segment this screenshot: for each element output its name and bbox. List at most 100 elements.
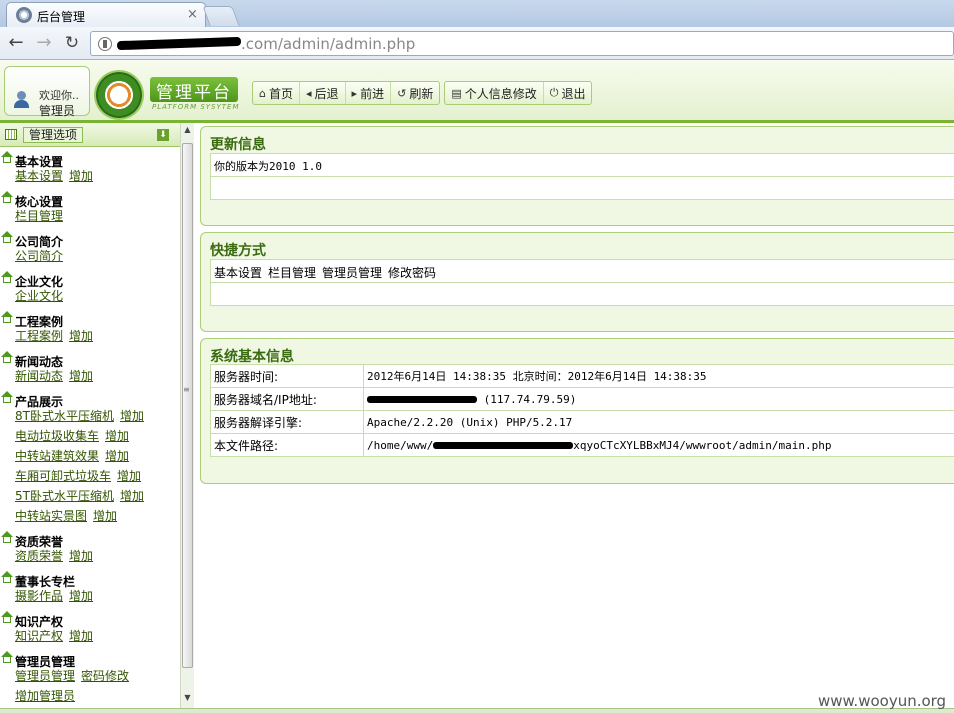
info-value: 2012年6月14日 14:38:35 北京时间：2012年6月14日 14:3… [363,364,954,388]
sidebar-link[interactable]: 增加 [69,589,93,603]
sidebar-link[interactable]: 8T卧式水平压缩机 [15,409,114,423]
reload-icon[interactable]: ↻ [61,33,83,53]
info-value: Apache/2.2.20 (Unix) PHP/5.2.17 [363,410,954,434]
logo-title: 管理平台 [150,77,238,103]
header-nav-group-main: ⌂ 首页 ◂ 后退 ▸ 前进 ↺ 刷新 [252,81,441,105]
logout-button[interactable]: ⏻ 退出 [544,82,592,104]
sidebar-link[interactable]: 增加 [120,409,144,423]
redacted-host [116,36,242,51]
sidebar-link-row: 中转站实景图 增加 [15,507,123,524]
sidebar-link[interactable]: 密码修改 [81,669,129,683]
info-key: 服务器域名/IP地址: [210,387,364,411]
forward-arrow-icon: ▸ [351,86,358,100]
row-divider [211,176,954,177]
redacted-domain [367,396,477,403]
shortcuts-panel: 快捷方式 基本设置 栏目管理 管理员管理 修改密码 [200,232,954,332]
calendar-icon [5,129,17,140]
sidebar-link[interactable]: 新闻动态 [15,369,63,383]
sidebar-link[interactable]: 增加管理员 [15,689,75,703]
folder-home-icon [1,391,14,403]
sidebar-link[interactable]: 企业文化 [15,289,63,303]
shortcut-change-password[interactable]: 修改密码 [388,266,436,280]
address-bar[interactable]: .com/admin/admin.php [90,31,954,56]
sidebar-link[interactable]: 增加 [69,629,93,643]
home-button[interactable]: ⌂ 首页 [253,82,300,104]
scrollbar-thumb[interactable] [182,143,193,668]
sidebar-link[interactable]: 5T卧式水平压缩机 [15,489,114,503]
shortcuts-panel-title: 快捷方式 [210,243,266,259]
scroll-grip-icon: ≡ [183,385,190,394]
sidebar-link[interactable]: 基本设置 [15,169,63,183]
sidebar-link-row: 摄影作品 增加 [15,587,99,604]
sidebar-link[interactable]: 电动垃圾收集车 [15,429,99,443]
sidebar-link[interactable]: 增加 [93,509,117,523]
sidebar-link[interactable]: 车厢可卸式垃圾车 [15,469,111,483]
profile-icon: ▤ [451,86,462,100]
sidebar-link[interactable]: 摄影作品 [15,589,63,603]
sidebar-link[interactable]: 中转站建筑效果 [15,449,99,463]
sidebar-link-row: 栏目管理 [15,207,69,224]
scroll-down-arrow-icon[interactable]: ▼ [181,693,194,705]
edit-profile-button[interactable]: ▤ 个人信息修改 [445,82,544,104]
sidebar-link-row: 知识产权 增加 [15,627,99,644]
header-nav-group-user: ▤ 个人信息修改 ⏻ 退出 [444,81,593,105]
sidebar-link-row: 管理员管理 密码修改 [15,667,135,684]
tab-title: 后台管理 [37,10,86,24]
folder-home-icon [1,151,14,163]
shortcut-basic-settings[interactable]: 基本设置 [214,266,262,280]
refresh-button[interactable]: ↺ 刷新 [391,82,439,104]
sysinfo-table: 服务器时间: 2012年6月14日 14:38:35 北京时间：2012年6月1… [210,364,954,457]
sidebar-link[interactable]: 增加 [120,489,144,503]
sidebar-scrollbar[interactable]: ▲ ≡ ▼ [180,123,194,708]
folder-home-icon [1,531,14,543]
folder-home-icon [1,271,14,283]
back-arrow-icon: ◂ [306,86,312,100]
sidebar-link[interactable]: 知识产权 [15,629,63,643]
sidebar: 管理选项 ⬇ 基本设置 基本设置 增加 核心设置 栏目管理 公司简介 公司简介 企业文化 企业文… [0,123,180,708]
sidebar-link[interactable]: 中转站实景图 [15,509,87,523]
back-button[interactable]: ◂ 后退 [300,82,346,104]
forward-arrow-icon[interactable]: → [33,33,55,53]
sidebar-link[interactable]: 增加 [69,549,93,563]
back-arrow-icon[interactable]: ← [5,33,27,53]
sidebar-link[interactable]: 管理员管理 [15,669,75,683]
page-info-icon[interactable] [98,37,112,51]
user-role: 管理员 [39,104,76,118]
sidebar-link[interactable]: 增加 [105,449,129,463]
watermark: www.wooyun.org [818,692,947,710]
sidebar-link-row: 电动垃圾收集车 增加 [15,427,135,444]
sidebar-link-row: 企业文化 [15,287,69,304]
address-url: .com/admin/admin.php [241,35,416,53]
sidebar-link[interactable]: 增加 [69,369,93,383]
scroll-up-arrow-icon[interactable]: ▲ [181,125,194,137]
folder-home-icon [1,651,14,663]
folder-home-icon [1,571,14,583]
sidebar-link-row: 5T卧式水平压缩机 增加 [15,487,150,504]
home-icon: ⌂ [259,86,266,100]
sidebar-link-row: 公司简介 [15,247,69,264]
forward-button[interactable]: ▸ 前进 [346,82,392,104]
update-panel: 更新信息 你的版本为2010 1.0 [200,126,954,226]
shortcut-column-manage[interactable]: 栏目管理 [268,266,316,280]
welcome-text: 欢迎你.. [39,89,79,102]
sidebar-link[interactable]: 资质荣誉 [15,549,63,563]
folder-home-icon [1,231,14,243]
info-value: /home/www/xqyoCTcXYLBBxMJ4/wwwroot/admin… [363,433,954,457]
tab-close-icon[interactable]: × [187,7,198,22]
header-nav: ⌂ 首页 ◂ 后退 ▸ 前进 ↺ 刷新 ▤ 个人信息修改 ⏻ 退出 [252,81,596,105]
browser-tab[interactable]: 后台管理 × [6,2,206,27]
logo-subtitle: PLATFORM SYSYTEM [152,103,240,111]
sidebar-link[interactable]: 增加 [69,169,93,183]
shortcut-links: 基本设置 栏目管理 管理员管理 修改密码 [214,264,442,281]
sidebar-link-row: 增加管理员 [15,687,81,704]
shortcut-admin-manage[interactable]: 管理员管理 [322,266,382,280]
sidebar-link[interactable]: 增加 [117,469,141,483]
logo-icon [96,72,142,118]
sidebar-link[interactable]: 增加 [69,329,93,343]
sidebar-link[interactable]: 公司简介 [15,249,63,263]
new-tab-button[interactable] [202,6,240,26]
sidebar-link[interactable]: 工程案例 [15,329,63,343]
sidebar-link[interactable]: 增加 [105,429,129,443]
collapse-arrow-icon[interactable]: ⬇ [157,129,169,141]
sidebar-link[interactable]: 栏目管理 [15,209,63,223]
